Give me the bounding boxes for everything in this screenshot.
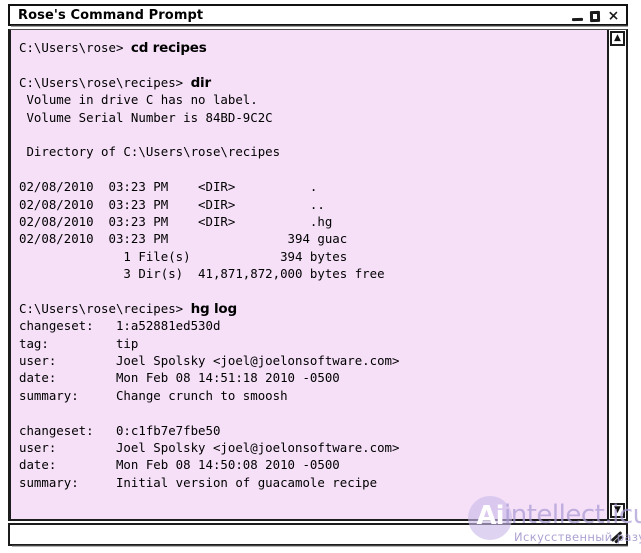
terminal-line-text: changeset: 1:a52881ed530d (19, 318, 221, 334)
terminal-line-text: Volume Serial Number is 84BD-9C2C (19, 109, 273, 125)
maximize-icon[interactable] (589, 10, 602, 24)
status-bar (8, 523, 628, 547)
terminal-line-text (19, 162, 26, 177)
close-icon[interactable]: × (607, 8, 620, 24)
terminal-line: changeset: 1:a52881ed530d (19, 317, 603, 334)
terminal-line-text: C:\Users\rose> (19, 40, 131, 55)
terminal-command: dir (190, 74, 212, 91)
terminal-line (19, 56, 603, 73)
terminal-line: C:\Users\rose\recipes> hg log (19, 300, 603, 317)
terminal-line-text: 02/08/2010 03:23 PM <DIR> . (19, 179, 318, 195)
terminal-line: C:\Users\rose\recipes> dir (19, 74, 603, 91)
terminal-line-text: 3 Dir(s) 41,871,872,000 bytes free (19, 266, 385, 282)
terminal-line: date: Mon Feb 08 14:51:18 2010 -0500 (19, 369, 603, 386)
terminal-line: 02/08/2010 03:23 PM 394 guac (19, 230, 603, 247)
terminal-line (19, 126, 603, 143)
screenshot-root: Rose's Command Prompt × C:\Users\rose> c… (0, 0, 641, 553)
terminal-line-text (19, 405, 26, 420)
window-titlebar[interactable]: Rose's Command Prompt × (8, 4, 628, 27)
terminal-line-text: user: Joel Spolsky <joel@joelonsoftware.… (19, 439, 400, 455)
terminal-line-text: date: Mon Feb 08 14:51:18 2010 -0500 (19, 370, 340, 386)
terminal-line-text: 02/08/2010 03:23 PM 394 guac (19, 231, 348, 247)
terminal-line: summary: Initial version of guacamole re… (19, 474, 603, 491)
scroll-up-icon[interactable]: ▲ (610, 31, 625, 46)
terminal-line-text (19, 57, 26, 72)
terminal-line: date: Mon Feb 08 14:50:08 2010 -0500 (19, 456, 603, 473)
window-title: Rose's Command Prompt (18, 8, 204, 23)
terminal-line-text: changeset: 0:c1fb7e7fbe50 (19, 422, 221, 438)
terminal-line-text: date: Mon Feb 08 14:50:08 2010 -0500 (19, 457, 340, 473)
scroll-down-icon[interactable]: ▼ (610, 503, 625, 518)
terminal-line: 02/08/2010 03:23 PM <DIR> . (19, 178, 603, 195)
terminal-line-text: C:\Users\rose\recipes> (19, 74, 191, 90)
terminal-line: 3 Dir(s) 41,871,872,000 bytes free (19, 265, 603, 282)
terminal-output: C:\Users\rose> cd recipes C:\Users\rose\… (19, 39, 603, 491)
terminal-line (19, 161, 603, 178)
terminal-line: user: Joel Spolsky <joel@joelonsoftware.… (19, 439, 603, 456)
terminal-line: summary: Change crunch to smoosh (19, 387, 603, 404)
terminal-line: 02/08/2010 03:23 PM <DIR> .hg (19, 213, 603, 230)
terminal-line-text: 02/08/2010 03:23 PM <DIR> .hg (19, 213, 333, 229)
terminal-line-text: summary: Initial version of guacamole re… (19, 474, 378, 490)
terminal-command: cd recipes (130, 40, 207, 56)
terminal-line (19, 404, 603, 421)
terminal-line-text: Directory of C:\Users\rose\recipes (19, 144, 281, 160)
terminal-line: user: Joel Spolsky <joel@joelonsoftware.… (19, 352, 603, 369)
terminal-line: Volume in drive C has no label. (19, 91, 603, 108)
terminal-line: tag: tip (19, 335, 603, 352)
terminal-line: Directory of C:\Users\rose\recipes (19, 143, 603, 160)
terminal-line-text (19, 283, 26, 298)
vertical-scrollbar[interactable]: ▲ ▼ (607, 30, 626, 519)
terminal-line-text: C:\Users\rose\recipes> (19, 300, 191, 316)
terminal-line: changeset: 0:c1fb7e7fbe50 (19, 422, 603, 439)
terminal-line: 1 File(s) 394 bytes (19, 248, 603, 265)
terminal-command: hg log (190, 300, 238, 317)
terminal-line-text: summary: Change crunch to smoosh (19, 387, 288, 403)
terminal-line: 02/08/2010 03:23 PM <DIR> .. (19, 196, 603, 213)
terminal-screen[interactable]: C:\Users\rose> cd recipes C:\Users\rose\… (11, 30, 607, 519)
command-prompt-window: Rose's Command Prompt × C:\Users\rose> c… (4, 2, 636, 548)
minimize-icon[interactable] (571, 10, 584, 24)
terminal-line-text: Volume in drive C has no label. (19, 92, 258, 108)
terminal-line-text: 1 File(s) 394 bytes (19, 248, 348, 264)
resize-grip-icon[interactable] (607, 528, 623, 544)
terminal-line: C:\Users\rose> cd recipes (19, 39, 603, 56)
terminal-line-text: user: Joel Spolsky <joel@joelonsoftware.… (19, 353, 400, 369)
terminal-line-text (19, 127, 26, 142)
window-controls: × (571, 8, 620, 25)
terminal-line-text: tag: tip (19, 335, 139, 351)
terminal-line (19, 282, 603, 299)
scrollbar-track[interactable] (610, 50, 625, 499)
terminal-line: Volume Serial Number is 84BD-9C2C (19, 109, 603, 126)
terminal-panel: C:\Users\rose> cd recipes C:\Users\rose\… (8, 29, 628, 521)
terminal-line-text: 02/08/2010 03:23 PM <DIR> .. (19, 196, 325, 212)
